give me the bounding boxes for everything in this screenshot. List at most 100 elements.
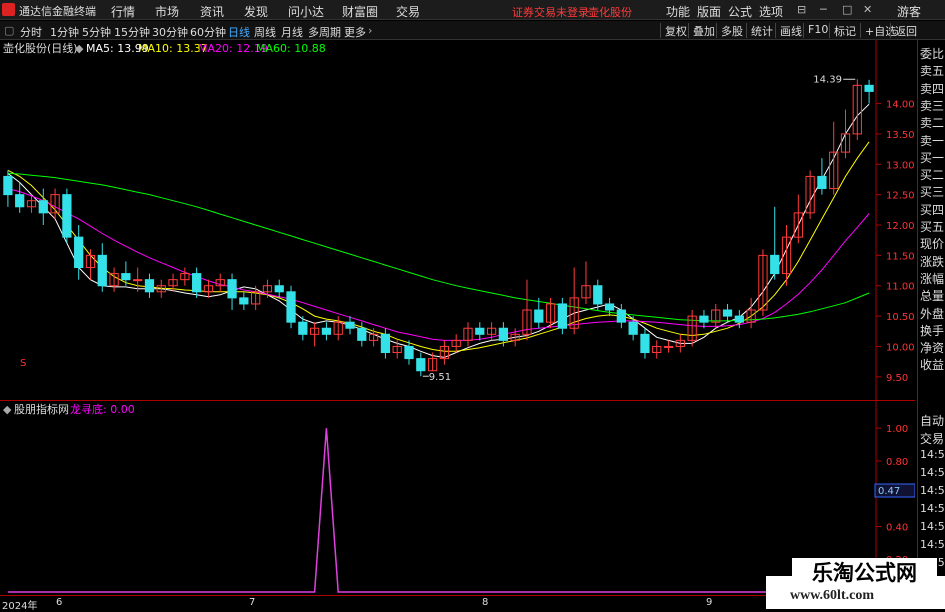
- candle-body: [15, 194, 25, 208]
- toggle-icon[interactable]: ▢: [4, 24, 14, 37]
- f10-button[interactable]: F10: [803, 23, 828, 38]
- candle-body: [298, 321, 308, 335]
- menu-item-layout[interactable]: 版面: [697, 3, 721, 20]
- candle-body: [97, 254, 107, 287]
- indicator-toggle-icon[interactable]: ◆: [3, 403, 12, 416]
- sidebar-label: 换手: [920, 323, 945, 338]
- ma-toggle-icon[interactable]: ◆: [75, 42, 84, 55]
- candlestick-chart[interactable]: 14.00 13.50 13.00 12.50 12.00 11.50 11.00 10.50…: [0, 40, 915, 400]
- candle-body: [121, 273, 131, 281]
- candle-body: [192, 273, 202, 293]
- candle-body: [475, 327, 485, 335]
- menu-item-trade[interactable]: 交易: [396, 3, 420, 20]
- candle-body: [3, 175, 13, 196]
- minimize-icon[interactable]: ─: [820, 3, 827, 16]
- maximize-icon[interactable]: □: [842, 3, 852, 16]
- draw-button[interactable]: 画线: [775, 23, 802, 38]
- year-tick: 2024年: [2, 601, 38, 612]
- menu-item-market[interactable]: 行情: [111, 3, 135, 20]
- menu-item-markets[interactable]: 市场: [155, 3, 179, 20]
- indicator-name: 股朋指标网: [14, 402, 69, 416]
- candles: [3, 78, 874, 377]
- multi-stock-button[interactable]: 多股: [716, 23, 743, 38]
- low-price-label: 9.51: [429, 372, 451, 383]
- app-title: 通达信金融终端: [19, 5, 96, 18]
- candle-body: [227, 279, 237, 299]
- guest-label[interactable]: 游客: [897, 3, 921, 20]
- candle-body: [640, 333, 650, 354]
- candle-body: [593, 285, 603, 305]
- candle-body: [239, 297, 249, 305]
- price-tick-label: 14.00: [886, 100, 915, 111]
- candle-body: [133, 279, 143, 282]
- price-tick-label: 11.50: [886, 251, 915, 262]
- menu-item-options[interactable]: 选项: [759, 3, 783, 20]
- chart-title: 壶化股份(日线): [3, 41, 78, 55]
- window-menu-icon[interactable]: ⊟: [797, 3, 806, 16]
- sidebar-lower-label: 14:55: [920, 466, 945, 479]
- candle-body: [699, 315, 709, 323]
- menu-item-news[interactable]: 资讯: [200, 3, 224, 20]
- more-chevron-icon[interactable]: ›: [368, 24, 372, 37]
- indicator-tick-label: 0.80: [886, 457, 908, 468]
- tab-period-multi[interactable]: 多周期: [308, 24, 341, 40]
- login-status[interactable]: 证券交易未登录: [512, 4, 589, 20]
- sidebar-label: 现价: [920, 237, 945, 252]
- sidebar-lower-label: 自动: [920, 414, 945, 428]
- app-logo-icon: [2, 3, 15, 16]
- price-tick-label: 10.00: [886, 342, 915, 353]
- indicator-chart[interactable]: 1.000.800.600.400.20 ◆ 股朋指标网 龙寻底: 0.00 0…: [0, 400, 915, 595]
- mark-button[interactable]: 标记: [829, 23, 856, 38]
- signal-marker: S: [20, 358, 26, 369]
- quote-sidebar: 委比 卖五 卖四 卖三 卖二 卖一 买一 买二 买三 买四 买五 现价 涨跌 涨幅 总量 外盘 换手 净资 收益 自动…: [917, 40, 945, 595]
- ma60-label: MA60: 10.88: [256, 42, 326, 55]
- tab-period-more[interactable]: 更多: [344, 24, 366, 40]
- candle-body: [62, 194, 72, 238]
- watermark-url: www.60lt.com: [790, 588, 874, 603]
- sidebar-label: 委比: [920, 47, 945, 61]
- overlay-button[interactable]: 叠加: [688, 23, 715, 38]
- tab-period-intraday[interactable]: 分时: [20, 24, 42, 40]
- menu-bar: 通达信金融终端 行情 市场 资讯 发现 问小达 财富圈 交易 证券交易未登录 壶…: [0, 0, 945, 20]
- candle-body: [722, 309, 733, 317]
- candle-body: [604, 303, 615, 311]
- sidebar-lower-label: 14:56: [920, 502, 945, 515]
- menu-item-ask[interactable]: 问小达: [288, 3, 324, 20]
- sidebar-label: 买四: [920, 202, 945, 217]
- watermark-title: 乐淘公式网: [792, 558, 937, 588]
- price-tick-label: 10.50: [886, 312, 915, 323]
- adjust-button[interactable]: 复权: [660, 23, 687, 38]
- price-tick-label: 9.50: [886, 373, 908, 384]
- tab-period-15min[interactable]: 15分钟: [114, 24, 150, 40]
- candle-body: [864, 84, 874, 92]
- sidebar-label: 买三: [920, 185, 945, 200]
- candle-body: [498, 327, 509, 341]
- menu-item-formula[interactable]: 公式: [728, 3, 752, 20]
- sidebar-lower-label: 14:56: [920, 520, 945, 533]
- candle-body: [534, 309, 544, 323]
- candle-body: [557, 303, 568, 329]
- menu-item-wealth[interactable]: 财富圈: [342, 3, 378, 20]
- stats-button[interactable]: 统计: [746, 23, 773, 38]
- indicator-tick-label: 1.00: [886, 424, 908, 435]
- sidebar-lower-label: 14:55: [920, 448, 945, 461]
- tab-period-daily[interactable]: 日线: [228, 24, 250, 40]
- sidebar-label: 外盘: [920, 306, 945, 321]
- candle-body: [734, 315, 744, 323]
- tab-period-60min[interactable]: 60分钟: [190, 24, 226, 40]
- candle-body: [321, 327, 332, 335]
- menu-item-function[interactable]: 功能: [666, 3, 690, 20]
- tab-period-5min[interactable]: 5分钟: [82, 24, 111, 40]
- price-tick-label: 12.00: [886, 221, 915, 232]
- candle-body: [404, 345, 414, 360]
- candle-body: [286, 291, 296, 323]
- tab-period-30min[interactable]: 30分钟: [152, 24, 188, 40]
- price-grid: [875, 40, 881, 400]
- back-button[interactable]: 返回: [890, 23, 917, 38]
- tab-period-weekly[interactable]: 周线: [254, 24, 276, 40]
- tab-period-monthly[interactable]: 月线: [281, 24, 303, 40]
- tab-period-1min[interactable]: 1分钟: [50, 24, 79, 40]
- close-icon[interactable]: ✕: [863, 3, 872, 16]
- candle-body: [144, 279, 155, 293]
- menu-item-discover[interactable]: 发现: [244, 3, 268, 20]
